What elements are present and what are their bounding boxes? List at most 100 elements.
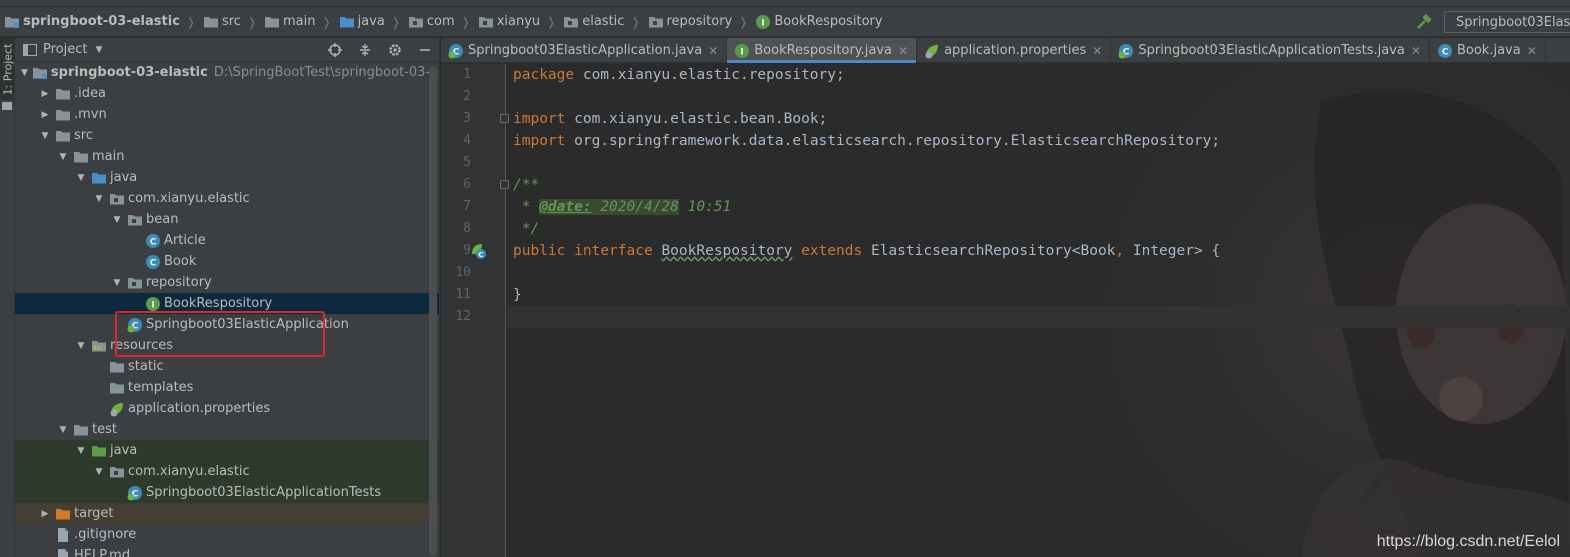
editor-tab[interactable]: Book.java ✕ [1430,38,1546,63]
excluded-folder-icon [55,506,71,522]
expanded-arrow-icon[interactable]: ▼ [21,68,28,78]
expanded-arrow-icon[interactable]: ▼ [75,173,87,183]
breadcrumb-item[interactable]: java ❭ [335,7,404,37]
close-icon[interactable]: ✕ [1092,44,1102,58]
gear-icon[interactable] [387,42,403,58]
breadcrumb-item[interactable]: BookRespository [751,7,885,37]
editor-tab-label: Springboot03ElasticApplicationTests.java [1138,43,1405,58]
close-icon[interactable]: ✕ [1411,44,1421,58]
expanded-arrow-icon[interactable]: ▼ [93,467,105,477]
tree-item[interactable]: Article [15,230,439,251]
spring-bean-gutter-icon[interactable]: C [470,242,488,260]
tree-item[interactable]: HELP.md [15,545,439,557]
locate-target-icon[interactable] [327,42,343,58]
separator-chevron-icon: ❭ [390,14,401,29]
fold-marker-icon[interactable] [500,180,509,189]
close-icon[interactable]: ✕ [1527,44,1537,58]
collapse-all-icon[interactable] [357,42,373,58]
fold-marker-icon[interactable] [500,114,509,123]
tree-item[interactable]: ▼ springboot-03-elastic D:\SpringBootTest\… [15,62,439,83]
breadcrumb-item[interactable]: repository ❭ [644,7,752,37]
breadcrumb-item[interactable]: springboot-03-elastic ❭ [0,7,199,37]
collapsed-arrow-icon[interactable]: ▶ [39,509,51,519]
expanded-arrow-icon[interactable]: ▼ [75,341,87,351]
package-icon [478,14,494,30]
class-icon [145,254,161,270]
tree-item[interactable]: Springboot03ElasticApplication [15,314,439,335]
tree-item-label: Springboot03ElasticApplicationTests [146,485,382,500]
view-mode-chevron-down-icon[interactable]: ▼ [95,45,102,55]
tree-item[interactable]: ▼ test [15,419,439,440]
tree-item[interactable]: ▼ src [15,125,439,146]
test-folder-icon [91,443,107,459]
breadcrumb-label: com [426,14,455,29]
expanded-arrow-icon[interactable]: ▼ [75,446,87,456]
breadcrumb-label: src [221,14,241,29]
tree-item[interactable]: ▼ java [15,440,439,461]
expanded-arrow-icon[interactable]: ▼ [93,194,105,204]
collapsed-arrow-icon[interactable]: ▶ [39,110,51,120]
tree-item[interactable]: templates [15,377,439,398]
project-tree-scrollbar[interactable] [429,66,437,556]
breadcrumb-item[interactable]: main ❭ [260,7,335,37]
close-icon[interactable]: ✕ [898,44,908,58]
tree-item[interactable]: ▼ resources [15,335,439,356]
collapsed-arrow-icon[interactable]: ▶ [39,89,51,99]
build-hammer-icon[interactable] [1412,10,1436,34]
tree-item[interactable]: Book [15,251,439,272]
editor-tab[interactable]: Springboot03ElasticApplicationTests.java… [1111,38,1430,63]
line-number: 9 [463,243,471,258]
editor-tab[interactable]: application.properties ✕ [917,38,1112,63]
tree-item-label: repository [146,275,212,290]
tree-item[interactable]: static [15,356,439,377]
editor-tab-label: BookRespository.java [754,43,893,58]
tree-item[interactable]: ▼ com.xianyu.elastic [15,188,439,209]
tree-item[interactable]: BookRespository [15,293,439,314]
line-number: 6 [463,177,471,192]
expanded-arrow-icon[interactable]: ▼ [111,215,123,225]
tree-item[interactable]: ▶ .idea [15,83,439,104]
breadcrumb-item[interactable]: elastic ❭ [559,7,643,37]
tree-item[interactable]: ▼ repository [15,272,439,293]
tree-item[interactable]: ▶ .mvn [15,104,439,125]
tree-item-label: springboot-03-elastic [50,65,208,80]
file-icon [55,527,71,543]
tree-item-label: Book [164,254,197,269]
tree-item[interactable]: ▼ bean [15,209,439,230]
hide-panel-icon[interactable] [417,42,433,58]
tree-item[interactable]: ▼ main [15,146,439,167]
tree-item-label: java [110,170,138,185]
project-tool-window-button[interactable]: 1: Project [0,38,15,100]
source-folder-icon [91,170,107,186]
code-line-11: } [513,287,522,303]
source-folder-icon [339,14,355,30]
breadcrumb: springboot-03-elastic ❭ src ❭ main ❭ java ❭ com ❭… [0,7,886,37]
expanded-arrow-icon[interactable]: ▼ [111,278,123,288]
keyword: import [513,111,566,127]
editor-tab[interactable]: Springboot03ElasticApplication.java ✕ [441,38,728,63]
tree-item[interactable]: ▼ com.xianyu.elastic [15,461,439,482]
tree-item[interactable]: .gitignore [15,524,439,545]
expanded-arrow-icon[interactable]: ▼ [57,152,69,162]
tree-item[interactable]: application.properties [15,398,439,419]
breadcrumb-label: xianyu [496,14,541,29]
run-configuration-select[interactable]: Springboot03Elas [1444,11,1570,33]
close-icon[interactable]: ✕ [708,44,718,58]
breadcrumb-item[interactable]: com ❭ [404,7,474,37]
structure-folder-icon[interactable] [2,102,12,110]
separator-chevron-icon: ❭ [460,14,471,29]
tree-item[interactable]: ▼ java [15,167,439,188]
editor-tab[interactable]: BookRespository.java ✕ [727,38,918,63]
expanded-arrow-icon[interactable]: ▼ [39,131,51,141]
tree-item[interactable]: Springboot03ElasticApplicationTests [15,482,439,503]
breadcrumb-item[interactable]: xianyu ❭ [474,7,560,37]
expanded-arrow-icon[interactable]: ▼ [57,425,69,435]
code-editor[interactable]: 1 2 3 4 5 6 7 8 9 10 11 12 C package com.xianyu.ela… [441,64,1570,557]
tree-item[interactable]: ▶ target [15,503,439,524]
tree-item-label: HELP.md [74,548,131,557]
left-tool-stripe: 1: Project [0,38,15,557]
breadcrumb-item[interactable]: src ❭ [199,7,260,37]
tree-item-label: .gitignore [74,527,137,542]
spring-boot-class-icon [1118,43,1134,59]
tree-item-label: com.xianyu.elastic [128,191,250,206]
